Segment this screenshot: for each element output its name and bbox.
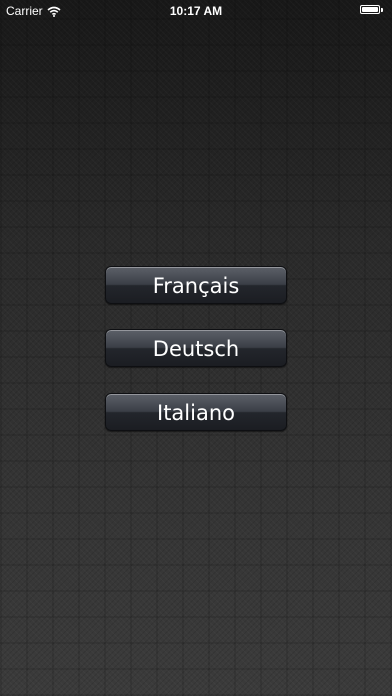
status-time: 10:17 AM (169, 4, 223, 18)
language-button-french[interactable]: Français (105, 266, 287, 304)
status-bar: Carrier 10:17 AM (0, 0, 392, 22)
language-button-italian[interactable]: Italiano (105, 393, 287, 431)
language-button-german[interactable]: Deutsch (105, 329, 287, 367)
battery-icon (360, 5, 384, 15)
